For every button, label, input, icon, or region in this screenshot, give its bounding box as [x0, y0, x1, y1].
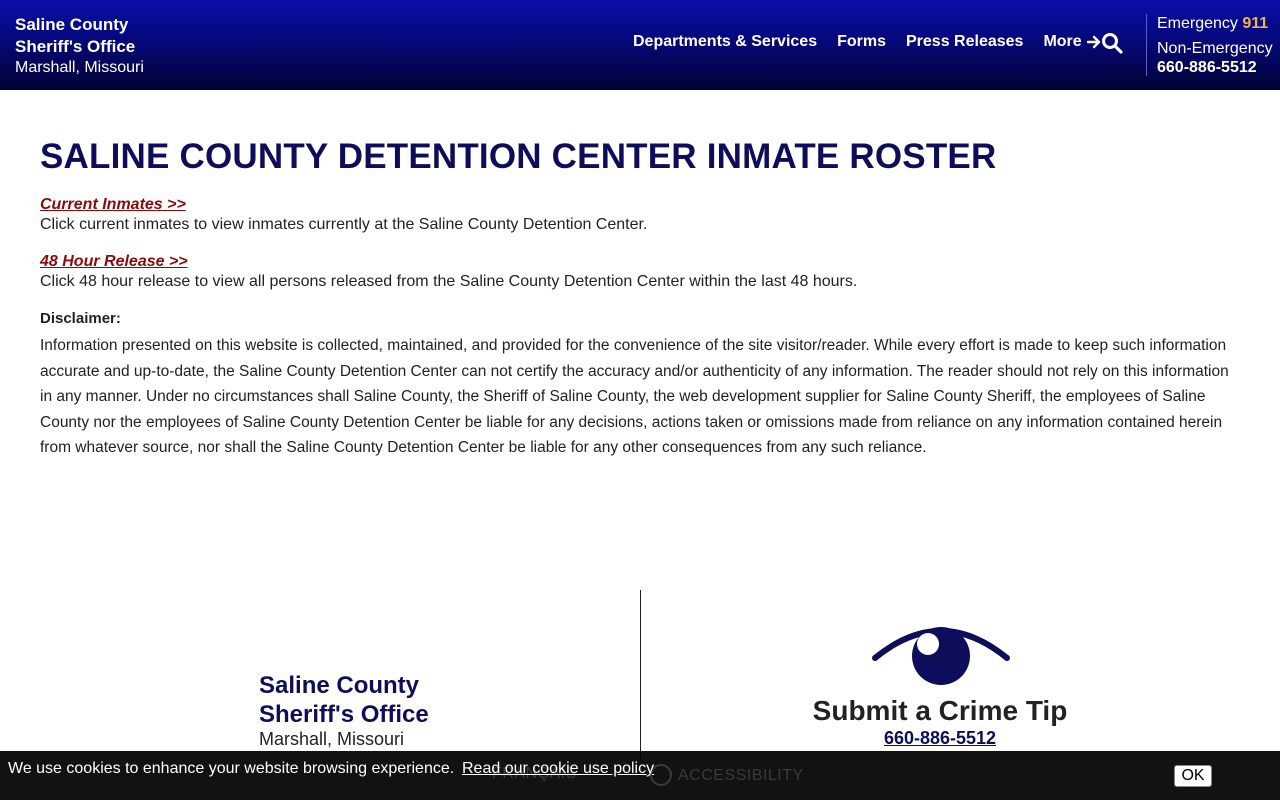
header-divider	[1146, 14, 1147, 76]
nav-press-releases[interactable]: Press Releases	[906, 33, 1023, 51]
release-48h-block: 48 Hour Release >> Click 48 hour release…	[40, 252, 857, 292]
footer-brand-line-1: Saline County	[259, 672, 420, 699]
footer-brand: Saline County Sheriff's Office Marshall,…	[259, 671, 429, 750]
nav-departments-services[interactable]: Departments & Services	[633, 33, 817, 51]
crime-tip-title: Submit a Crime Tip	[812, 695, 1068, 726]
current-inmates-description: Click current inmates to view inmates cu…	[40, 216, 648, 233]
disclaimer-text: Information presented on this website is…	[40, 337, 1229, 456]
accessibility-link-behind: ACCESSIBILITY	[678, 767, 804, 784]
cookie-banner: FRANÇAIS ACCESSIBILITY We use cookies to…	[0, 751, 1280, 800]
footer-brand-line-2: Sheriff's Office	[259, 701, 429, 728]
brand-line-2: Sheriff's Office	[15, 37, 136, 56]
eye-icon	[872, 627, 1010, 685]
nav-more-label: More	[1043, 33, 1082, 50]
cookie-ok-button[interactable]: OK	[1174, 765, 1212, 787]
current-inmates-link[interactable]: Current Inmates >>	[40, 195, 647, 215]
emergency-number: 911	[1242, 15, 1269, 32]
footer-divider	[640, 590, 641, 760]
emergency-line[interactable]: Emergency 911	[1157, 13, 1273, 35]
non-emergency-number[interactable]: 660-886-5512	[1157, 57, 1273, 79]
main-nav: Departments & Services Forms Press Relea…	[633, 33, 1122, 51]
site-header: Saline County Sheriff's Office Marshall,…	[0, 0, 1280, 90]
brand-location: Marshall, Missouri	[15, 59, 144, 76]
emergency-label: Emergency	[1157, 15, 1238, 32]
site-brand[interactable]: Saline County Sheriff's Office Marshall,…	[15, 14, 144, 79]
arrow-right-icon	[1086, 35, 1100, 49]
cookie-policy-link[interactable]: Read our cookie use policy	[462, 760, 654, 778]
release-48h-description: Click 48 hour release to view all person…	[40, 273, 858, 290]
crime-tip-phone-link[interactable]: 660-886-5512	[800, 728, 1080, 749]
cookie-message: We use cookies to enhance your website b…	[8, 760, 455, 777]
crime-tip: Submit a Crime Tip 660-886-5512	[800, 694, 1080, 749]
page-title: SALINE COUNTY DETENTION CENTER INMATE RO…	[40, 137, 997, 176]
brand-line-1: Saline County	[15, 15, 129, 34]
current-inmates-block: Current Inmates >> Click current inmates…	[40, 195, 647, 235]
footer-brand-location: Marshall, Missouri	[259, 729, 405, 749]
release-48h-link[interactable]: 48 Hour Release >>	[40, 252, 857, 272]
search-icon[interactable]	[1101, 32, 1123, 54]
nav-forms[interactable]: Forms	[837, 33, 886, 51]
disclaimer-label: Disclaimer:	[40, 310, 121, 327]
nav-more[interactable]: More	[1043, 33, 1101, 51]
contact-numbers: Emergency 911 Non-Emergency 660-886-5512	[1157, 13, 1273, 79]
